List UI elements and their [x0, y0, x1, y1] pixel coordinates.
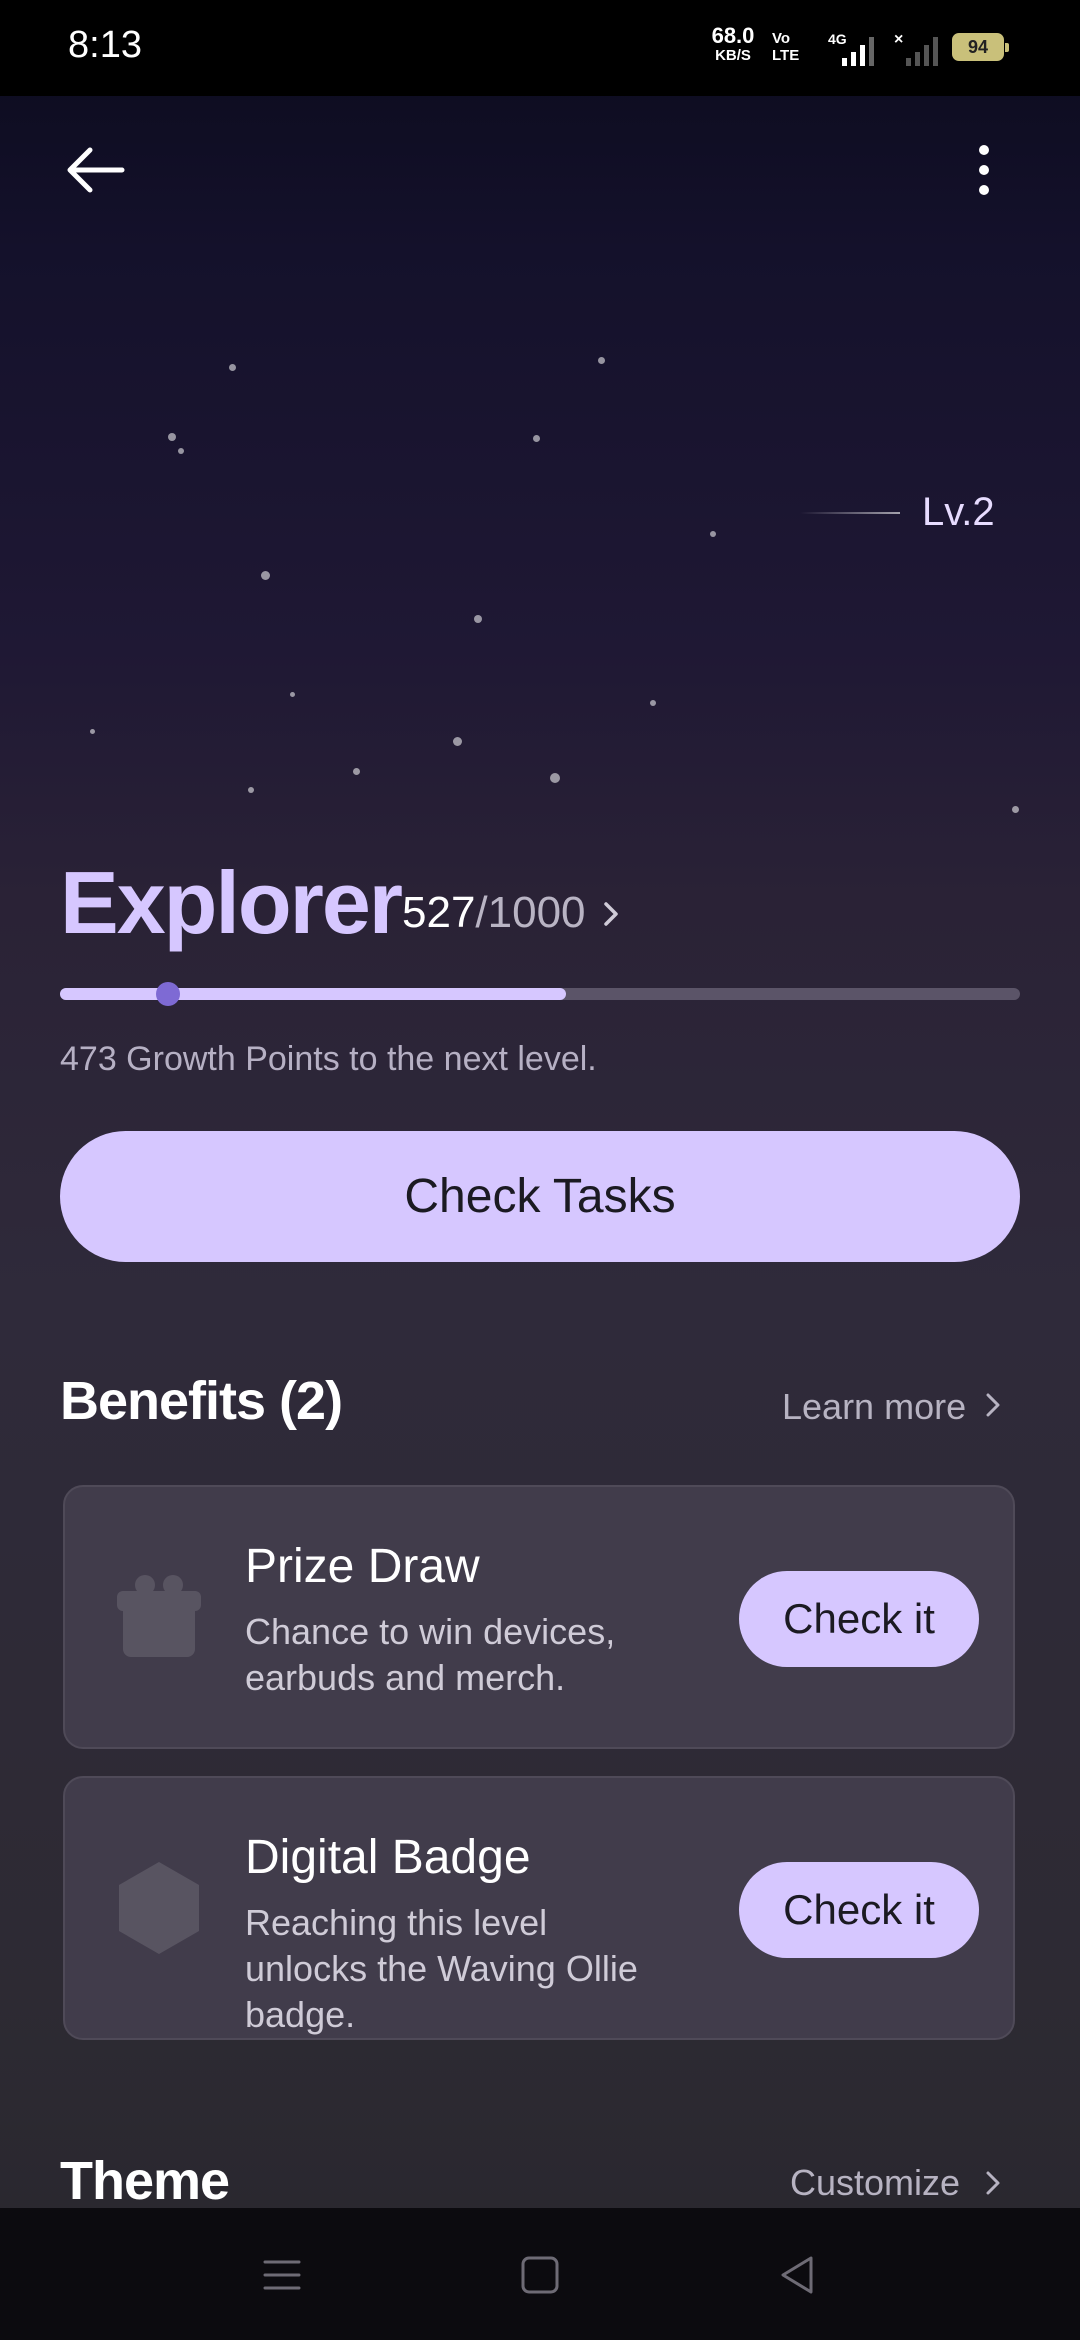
menu-icon[interactable]	[257, 2250, 307, 2300]
network-type-label: 4G	[828, 31, 847, 47]
benefit-card-digital-badge: Digital Badge Reaching this level unlock…	[63, 1776, 1015, 2040]
level-indicator-line	[800, 512, 900, 514]
benefit-description: Chance to win devices, earbuds and merch…	[245, 1611, 616, 1698]
battery-icon: 94	[952, 33, 1009, 61]
customize-link[interactable]: Customize	[790, 2162, 960, 2204]
check-tasks-button[interactable]: Check Tasks	[60, 1131, 1020, 1262]
signal-no-service-icon: ×	[894, 31, 938, 66]
progress-bar	[60, 988, 1020, 1000]
progress-bar-fill	[60, 988, 566, 1000]
more-options-button[interactable]	[956, 130, 1012, 210]
status-time: 8:13	[68, 24, 142, 66]
system-navigation-bar	[0, 2208, 1080, 2340]
level-marker-dot	[156, 982, 180, 1006]
battery-level: 94	[967, 37, 989, 57]
benefit-title: Prize Draw	[245, 1540, 480, 1593]
chevron-right-icon[interactable]	[984, 1388, 1004, 1422]
more-vertical-icon	[979, 145, 989, 195]
svg-text:×: ×	[894, 31, 903, 48]
level-badge: Lv.2	[922, 490, 995, 534]
chevron-right-icon[interactable]	[984, 2166, 1004, 2200]
benefit-title: Digital Badge	[245, 1831, 531, 1884]
home-icon[interactable]	[515, 2250, 565, 2300]
check-it-button[interactable]: Check it	[739, 1571, 979, 1667]
current-points: 527	[402, 888, 476, 937]
network-speed: 68.0 KB/S	[706, 23, 760, 66]
next-level-text: 473 Growth Points to the next level.	[60, 1040, 597, 1078]
network-speed-unit: KB/S	[715, 47, 751, 64]
benefits-title: Benefits (2)	[60, 1371, 343, 1431]
gift-icon	[117, 1575, 201, 1657]
status-bar: 8:13 68.0 KB/S Vo LTE 4G × 94	[0, 0, 1080, 96]
chevron-right-icon[interactable]	[600, 896, 624, 932]
arrow-left-icon	[67, 147, 125, 193]
theme-title: Theme	[60, 2151, 230, 2211]
signal-4g-icon: 4G	[828, 31, 874, 66]
volte-indicator: Vo LTE	[772, 30, 799, 64]
benefit-description: Reaching this level unlocks the Waving O…	[245, 1902, 638, 2035]
badge-icon	[119, 1862, 199, 1954]
growth-points[interactable]: 527/1000	[402, 888, 586, 938]
back-button[interactable]	[56, 130, 136, 210]
learn-more-link[interactable]: Learn more	[782, 1386, 966, 1428]
volte-top: Vo	[772, 30, 791, 47]
check-it-button[interactable]: Check it	[739, 1862, 979, 1958]
total-points: /1000	[475, 888, 586, 937]
network-speed-value: 68.0	[711, 23, 755, 48]
back-triangle-icon[interactable]	[773, 2250, 823, 2300]
level-name: Explorer	[60, 853, 403, 952]
benefit-card-prize-draw: Prize Draw Chance to win devices, earbud…	[63, 1485, 1015, 1749]
volte-bottom: LTE	[772, 47, 800, 64]
